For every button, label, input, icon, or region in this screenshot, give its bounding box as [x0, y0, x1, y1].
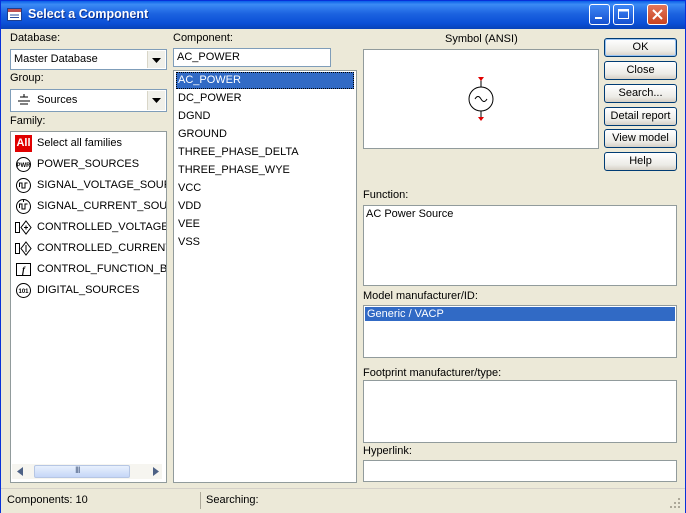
- component-item-label: VCC: [178, 182, 202, 194]
- family-item-label: SIGNAL_CURRENT_SOURC: [37, 200, 167, 212]
- database-value: Master Database: [14, 53, 98, 65]
- chevron-down-icon[interactable]: [147, 91, 165, 110]
- family-horizontal-scrollbar[interactable]: III: [12, 464, 162, 479]
- digital-sources-icon: 101: [15, 282, 32, 299]
- all-badge-text: All: [16, 137, 31, 149]
- component-item-label: THREE_PHASE_DELTA: [178, 146, 299, 158]
- model-item-label: Generic / VACP: [367, 308, 444, 320]
- title-bar[interactable]: Select a Component: [1, 1, 685, 29]
- controlled-current-icon: [15, 240, 32, 257]
- database-label: Database:: [10, 32, 61, 44]
- minimize-icon: [595, 17, 602, 19]
- minimize-button[interactable]: [589, 4, 610, 25]
- scroll-right-icon[interactable]: [153, 467, 159, 479]
- function-box: AC Power Source: [363, 205, 677, 286]
- symbol-preview: [363, 49, 599, 149]
- component-item-vee[interactable]: VEE: [176, 216, 354, 233]
- detail-report-button[interactable]: Detail report: [604, 107, 677, 126]
- sources-group-icon: [17, 94, 31, 110]
- component-item-ac-power[interactable]: AC_POWER: [176, 72, 354, 89]
- close-button[interactable]: Close: [604, 61, 677, 80]
- close-window-button[interactable]: [647, 4, 668, 25]
- component-item-vcc[interactable]: VCC: [176, 180, 354, 197]
- footprint-list[interactable]: [363, 380, 677, 443]
- scroll-left-icon[interactable]: [17, 467, 23, 479]
- group-value: Sources: [37, 94, 78, 106]
- maximize-icon: [618, 9, 629, 19]
- component-search-input[interactable]: AC_POWER: [173, 48, 331, 67]
- family-item-label: Select all families: [37, 137, 122, 149]
- family-item-label: DIGITAL_SOURCES: [37, 284, 140, 296]
- signal-current-icon: [15, 198, 32, 215]
- component-item-dgnd[interactable]: DGND: [176, 108, 354, 125]
- database-select[interactable]: Master Database: [10, 49, 167, 70]
- family-item-label: CONTROL_FUNCTION_BLO: [37, 263, 167, 275]
- family-label: Family:: [10, 115, 46, 127]
- component-item-label: GROUND: [178, 128, 227, 140]
- model-label: Model manufacturer/ID:: [363, 290, 478, 302]
- svg-text:PWR: PWR: [17, 163, 32, 169]
- component-item-label: DC_POWER: [178, 92, 242, 104]
- ac-source-symbol-icon: [468, 77, 494, 121]
- family-item-label: CONTROLLED_CURRENT_S: [37, 242, 166, 254]
- maximize-button[interactable]: [613, 4, 634, 25]
- function-label: Function:: [363, 189, 409, 201]
- model-list[interactable]: Generic / VACP: [363, 305, 677, 358]
- select-component-dialog: Select a Component Database: Master Data…: [0, 0, 686, 513]
- family-item-label: POWER_SOURCES: [37, 158, 140, 170]
- component-item-three-phase-wye[interactable]: THREE_PHASE_WYE: [176, 162, 354, 179]
- scroll-grip: III: [75, 465, 80, 475]
- model-item-selected[interactable]: Generic / VACP: [365, 307, 675, 321]
- component-item-vss[interactable]: VSS: [176, 234, 354, 251]
- footprint-label: Footprint manufacturer/type:: [363, 367, 502, 379]
- power-sources-icon: PWR: [15, 156, 32, 173]
- ok-button[interactable]: OK: [604, 38, 677, 57]
- control-function-icon: f: [15, 261, 32, 278]
- chevron-down-icon[interactable]: [147, 51, 165, 68]
- controlled-voltage-icon: [15, 219, 32, 236]
- family-item-label: CONTROLLED_VOLTAGE_S: [37, 221, 166, 233]
- svg-text:101: 101: [18, 289, 29, 295]
- component-item-ground[interactable]: GROUND: [176, 126, 354, 143]
- hyperlink-field[interactable]: [363, 460, 677, 482]
- component-item-dc-power[interactable]: DC_POWER: [176, 90, 354, 107]
- searching-status: Searching:: [206, 494, 259, 506]
- component-item-vdd[interactable]: VDD: [176, 198, 354, 215]
- all-families-icon: All: [15, 135, 32, 152]
- component-label: Component:: [173, 32, 233, 44]
- component-item-label: VEE: [178, 218, 201, 230]
- component-item-label: VDD: [178, 200, 202, 212]
- close-icon: [652, 9, 663, 20]
- help-button[interactable]: Help: [604, 152, 677, 171]
- component-item-label: AC_POWER: [178, 74, 241, 86]
- family-item-label: SIGNAL_VOLTAGE_SOURC: [37, 179, 167, 191]
- window-title: Select a Component: [28, 7, 149, 21]
- app-icon: [7, 7, 22, 22]
- scrollbar-thumb[interactable]: III: [34, 465, 130, 478]
- component-item-three-phase-delta[interactable]: THREE_PHASE_DELTA: [176, 144, 354, 161]
- status-bar: Components: 10 Searching:: [1, 488, 685, 513]
- hyperlink-label: Hyperlink:: [363, 445, 412, 457]
- function-value: AC Power Source: [366, 208, 454, 220]
- components-count: Components: 10: [7, 494, 88, 506]
- symbol-label: Symbol (ANSI): [445, 33, 518, 45]
- signal-voltage-icon: [15, 177, 32, 194]
- view-model-button[interactable]: View model: [604, 129, 677, 148]
- component-item-label: VSS: [178, 236, 201, 248]
- search-button[interactable]: Search...: [604, 84, 677, 103]
- resize-grip-icon[interactable]: [669, 497, 681, 512]
- component-list[interactable]: AC_POWER DC_POWER DGND GROUND THREE_PHAS…: [173, 70, 357, 483]
- family-list[interactable]: All Select all families PWR POWER_SOURCE…: [10, 131, 167, 483]
- component-input-value: AC_POWER: [177, 51, 240, 63]
- group-select[interactable]: Sources: [10, 89, 167, 112]
- group-label: Group:: [10, 72, 44, 84]
- component-item-label: DGND: [178, 110, 211, 122]
- component-item-label: THREE_PHASE_WYE: [178, 164, 290, 176]
- status-separator: [200, 492, 201, 509]
